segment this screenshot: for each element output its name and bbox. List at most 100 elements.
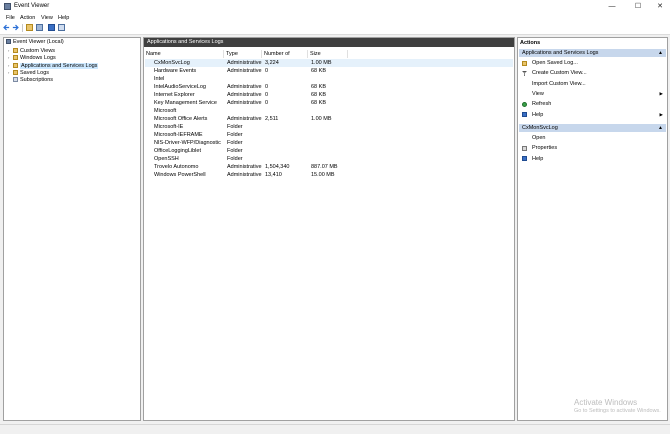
action-label: Properties	[532, 145, 558, 152]
log-list-pane: Applications and Services Logs Name Type…	[143, 37, 515, 421]
back-arrow-icon[interactable]	[3, 24, 10, 31]
action-open[interactable]: Open	[522, 134, 665, 142]
cell-type: Folder	[227, 124, 243, 130]
table-row[interactable]: OfficeLoggingLiblet Folder	[145, 147, 513, 155]
table-row[interactable]: Hardware Events Administrative 0 68 KB	[145, 67, 513, 75]
action-create-custom-view[interactable]: Create Custom View...	[522, 69, 665, 77]
submenu-arrow-icon: ▶	[659, 90, 663, 96]
table-row[interactable]: Trovelo Autonomo Administrative 1,504,340 8…	[145, 163, 513, 171]
filter-icon	[522, 70, 527, 76]
help-icon	[522, 112, 527, 117]
folder-icon	[13, 55, 18, 60]
action-help[interactable]: Help ▶	[522, 111, 665, 119]
cell-name: Intel	[154, 76, 165, 82]
minimize-button[interactable]: —	[602, 1, 622, 12]
action-pane-icon[interactable]	[58, 24, 65, 31]
folder-icon[interactable]	[26, 24, 33, 31]
menu-view[interactable]: View	[41, 15, 53, 21]
table-row[interactable]: Microsoft	[145, 107, 513, 115]
cell-name: Hardware Events	[154, 68, 197, 74]
table-row[interactable]: Windows PowerShell Administrative 13,410 15…	[145, 171, 513, 179]
cell-name: NIS-Driver-WFP/Diagnostic	[154, 140, 221, 146]
table-row[interactable]: Internet Explorer Administrative 0 68 KB	[145, 91, 513, 99]
action-refresh[interactable]: Refresh	[522, 100, 665, 108]
cell-type: Administrative	[227, 84, 262, 90]
table-row[interactable]: Microsoft-IE Folder	[145, 123, 513, 131]
action-label: Import Custom View...	[532, 80, 586, 87]
menu-help[interactable]: Help	[58, 15, 69, 21]
navigation-tree: Event Viewer (Local) › Custom Views › Wind…	[3, 37, 141, 421]
cell-type: Administrative	[227, 68, 262, 74]
cell-name: Windows PowerShell	[154, 172, 206, 178]
table-row[interactable]: Key Management Service Administrative 0 68 …	[145, 99, 513, 107]
action-open-saved-log[interactable]: Open Saved Log...	[522, 59, 665, 67]
table-row[interactable]: IntelAudioServiceLog Administrative 0 68 KB	[145, 83, 513, 91]
cell-type: Folder	[227, 140, 243, 146]
console-tree-icon[interactable]	[36, 24, 43, 31]
cell-type: Folder	[227, 132, 243, 138]
menu-action[interactable]: Action	[20, 15, 35, 21]
cell-type: Administrative	[227, 100, 262, 106]
forward-arrow-icon[interactable]	[12, 24, 19, 31]
action-view[interactable]: View ▶	[522, 90, 665, 98]
cell-type: Folder	[227, 156, 243, 162]
cell-size: 1.00 MB	[311, 116, 332, 122]
cell-events: 13,410	[265, 172, 282, 178]
activation-watermark-subtitle: Go to Settings to activate Windows.	[574, 408, 661, 414]
table-row[interactable]: Microsoft-IEFRAME Folder	[145, 131, 513, 139]
action-label: Help	[532, 111, 544, 118]
action-label: Help	[532, 155, 544, 162]
column-header-size[interactable]: Size	[308, 50, 348, 58]
tree-item-event-viewer-local[interactable]: Event Viewer (Local)	[6, 39, 64, 46]
tree-item-saved-logs[interactable]: › Saved Logs	[8, 69, 49, 76]
properties-icon	[522, 145, 527, 151]
actions-section-cxmonsvclog[interactable]: CxMonSvcLog ▲	[519, 124, 666, 132]
event-viewer-icon	[6, 39, 11, 45]
cell-events: 0	[265, 84, 269, 90]
action-help[interactable]: Help	[522, 155, 665, 163]
action-properties[interactable]: Properties	[522, 144, 665, 152]
submenu-arrow-icon: ▶	[659, 111, 663, 117]
column-header-name[interactable]: Name	[144, 50, 224, 58]
table-row[interactable]: CxMonSvcLog Administrative 3,224 1.00 MB	[145, 59, 513, 67]
cell-name: Microsoft Office Alerts	[154, 116, 208, 122]
help-icon[interactable]	[48, 24, 55, 31]
cell-name: Key Management Service	[154, 100, 217, 106]
table-row[interactable]: Microsoft Office Alerts Administrative 2,5…	[145, 115, 513, 123]
cell-name: CxMonSvcLog	[154, 60, 190, 66]
cell-size: 887.07 MB	[311, 164, 338, 170]
cell-events: 0	[265, 100, 269, 106]
folder-icon	[13, 48, 18, 53]
column-header-type[interactable]: Type	[224, 50, 262, 58]
actions-section-applications-and-services-logs[interactable]: Applications and Services Logs ▲	[519, 49, 666, 57]
column-header-number-of-events[interactable]: Number of Events	[262, 50, 308, 65]
folder-icon	[522, 60, 527, 66]
cell-size: 1.00 MB	[311, 60, 332, 66]
tree-item-custom-views[interactable]: › Custom Views	[8, 47, 55, 54]
collapse-caret-icon[interactable]: ▲	[658, 49, 663, 57]
action-import-custom-view[interactable]: Import Custom View...	[522, 80, 665, 88]
title-bar: Event Viewer — ☐ ✕	[0, 0, 670, 13]
subscriptions-icon	[13, 77, 18, 83]
collapse-caret-icon[interactable]: ▲	[658, 124, 663, 132]
cell-type: Administrative	[227, 92, 262, 98]
cell-size: 68 KB	[311, 84, 326, 90]
tree-item-windows-logs[interactable]: › Windows Logs	[8, 54, 56, 61]
table-row[interactable]: NIS-Driver-WFP/Diagnostic Folder	[145, 139, 513, 147]
action-label: View	[532, 90, 544, 97]
tree-item-subscriptions[interactable]: Subscriptions	[8, 77, 53, 84]
tree-item-applications-and-services-logs[interactable]: › Applications and Services Logs	[8, 62, 99, 69]
menu-file[interactable]: File	[6, 15, 15, 21]
actions-title: Actions	[520, 40, 541, 46]
cell-name: Trovelo Autonomo	[154, 164, 199, 170]
maximize-button[interactable]: ☐	[628, 1, 648, 12]
table-row[interactable]: OpenSSH Folder	[145, 155, 513, 163]
cell-events: 0	[265, 68, 269, 74]
close-button[interactable]: ✕	[650, 1, 670, 12]
cell-type: Administrative	[227, 172, 262, 178]
cell-type: Administrative	[227, 164, 262, 170]
cell-size: 68 KB	[311, 68, 326, 74]
cell-size: 15.00 MB	[311, 172, 335, 178]
table-row[interactable]: Intel	[145, 75, 513, 83]
folder-icon	[13, 63, 18, 68]
